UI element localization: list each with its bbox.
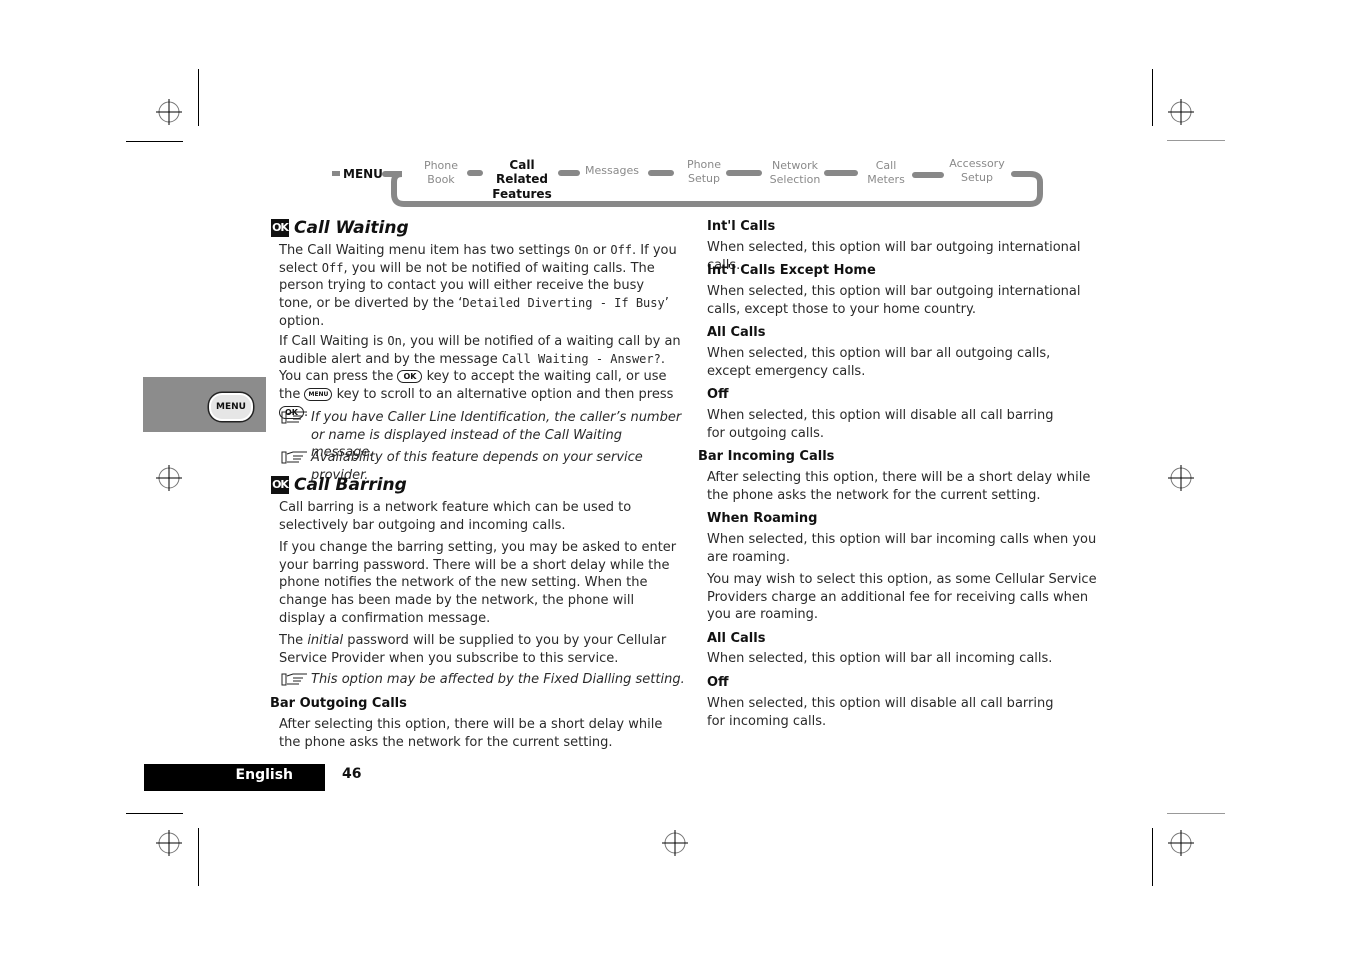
nav-connector [726,170,762,176]
display-message: Call Waiting - Answer? [501,351,661,366]
text: key to scroll to an alternative option a… [332,387,674,403]
section-title-call-barring: OK Call Barring [271,475,407,495]
heading-when-roaming: When Roaming [707,511,818,526]
bar-incoming-text: After selecting this option, there will … [707,470,1091,503]
registration-mark-icon [1168,465,1194,491]
heading-all-calls-incoming: All Calls [707,631,766,646]
bar-outgoing-text: After selecting this option, there will … [279,717,663,750]
section-title-text: Call Barring [294,475,407,495]
call-barring-paragraph-2: If you change the barring setting, you m… [279,540,677,626]
ok-icon: OK [271,476,289,494]
setting-value: Off [610,243,633,257]
crop-line [1152,69,1153,126]
pointing-hand-note-icon [281,411,307,424]
nav-item-line: Features [492,187,552,201]
nav-item-call-meters[interactable]: Call Meters [860,159,912,187]
text: or [588,243,611,258]
heading-all-calls-outgoing: All Calls [707,325,766,340]
crop-line [1152,828,1153,886]
text: If Call Waiting is [279,334,388,349]
nav-menu-label[interactable]: MENU [343,167,383,181]
section-title-text: Call Waiting [294,218,409,238]
nav-item-line: Setup [687,172,721,185]
nav-item-line: Setup [960,171,994,184]
note-text: This option may be affected by the Fixed… [311,672,685,687]
registration-mark-icon [156,830,182,856]
ok-icon: OK [271,219,289,237]
text: The Call Waiting menu item has two setti… [279,243,575,258]
nav-connector [467,170,483,176]
nav-item-accessory-setup[interactable]: Accessory Setup [944,157,1010,185]
nav-item-line: Phone [686,158,722,171]
pointing-hand-note-icon [281,673,307,686]
crop-line [198,69,199,126]
heading-off-outgoing: Off [707,387,729,402]
ok-key-icon: OK [397,370,423,384]
crop-line [198,828,199,886]
menu-key-icon: MENU [209,393,253,421]
nav-item-line: Selection [769,173,821,186]
nav-item-line: Messages [585,164,639,177]
registration-mark-icon [1168,99,1194,125]
nav-item-line: Network [772,159,818,172]
nav-connector [824,170,858,176]
setting-value: On [574,243,589,257]
nav-item-phone-book[interactable]: Phone Book [416,159,466,187]
nav-item-line: Accessory [949,157,1005,170]
crop-line [126,141,183,142]
off-outgoing-text: When selected, this option will disable … [707,408,1054,441]
heading-bar-outgoing-calls: Bar Outgoing Calls [270,696,407,711]
emphasis-text: initial [307,633,344,648]
note-fixed-dialling: This option may be affected by the Fixed… [281,671,691,689]
text: The [279,633,308,648]
call-barring-paragraph-1: Call barring is a network feature which … [279,500,632,533]
call-waiting-paragraph-1: The Call Waiting menu item has two setti… [279,242,679,331]
registration-mark-icon [1168,830,1194,856]
heading-bar-incoming-calls: Bar Incoming Calls [698,449,835,464]
when-roaming-extra-text: You may wish to select this option, as s… [707,572,1097,623]
setting-value: On [387,334,402,348]
intl-calls-except-home-text: When selected, this option will bar outg… [707,284,1081,317]
nav-item-messages[interactable]: Messages [582,164,642,178]
registration-mark-icon [662,830,688,856]
nav-connector [558,170,580,176]
registration-mark-icon [156,99,182,125]
nav-item-line: Call [875,159,897,172]
when-roaming-text: When selected, this option will bar inco… [707,532,1097,565]
crop-line [126,813,183,814]
crop-line [1167,140,1225,141]
nav-item-call-related-features[interactable]: Call Related Features [484,158,560,201]
language-label: English [144,764,325,791]
registration-mark-icon [156,465,182,491]
menu-key-icon: MENU [304,388,333,402]
setting-value: Off [321,260,344,275]
heading-intl-calls-except-home: Int'l Calls Except Home [707,263,876,278]
nav-connector [648,170,674,176]
nav-item-line: Meters [867,173,905,186]
section-title-call-waiting: OK Call Waiting [271,218,409,238]
page-number: 46 [342,766,362,782]
off-incoming-text: When selected, this option will disable … [707,696,1054,729]
pointing-hand-note-icon [281,451,307,464]
nav-item-line: Phone [423,159,459,172]
heading-off-incoming: Off [707,675,729,690]
nav-connector [912,172,944,178]
nav-item-line: Book [427,173,455,186]
nav-item-phone-setup[interactable]: Phone Setup [678,158,730,186]
heading-intl-calls: Int'l Calls [707,219,776,234]
call-barring-paragraph-3: The initial password will be supplied to… [279,632,684,667]
menu-option-name: Detailed Diverting - If Busy [462,296,665,311]
nav-item-line: Call Related [495,158,549,186]
all-calls-outgoing-text: When selected, this option will bar all … [707,346,1051,379]
nav-item-network-selection[interactable]: Network Selection [764,159,826,187]
all-calls-incoming-text: When selected, this option will bar all … [707,651,1053,666]
crop-line [1167,813,1225,814]
